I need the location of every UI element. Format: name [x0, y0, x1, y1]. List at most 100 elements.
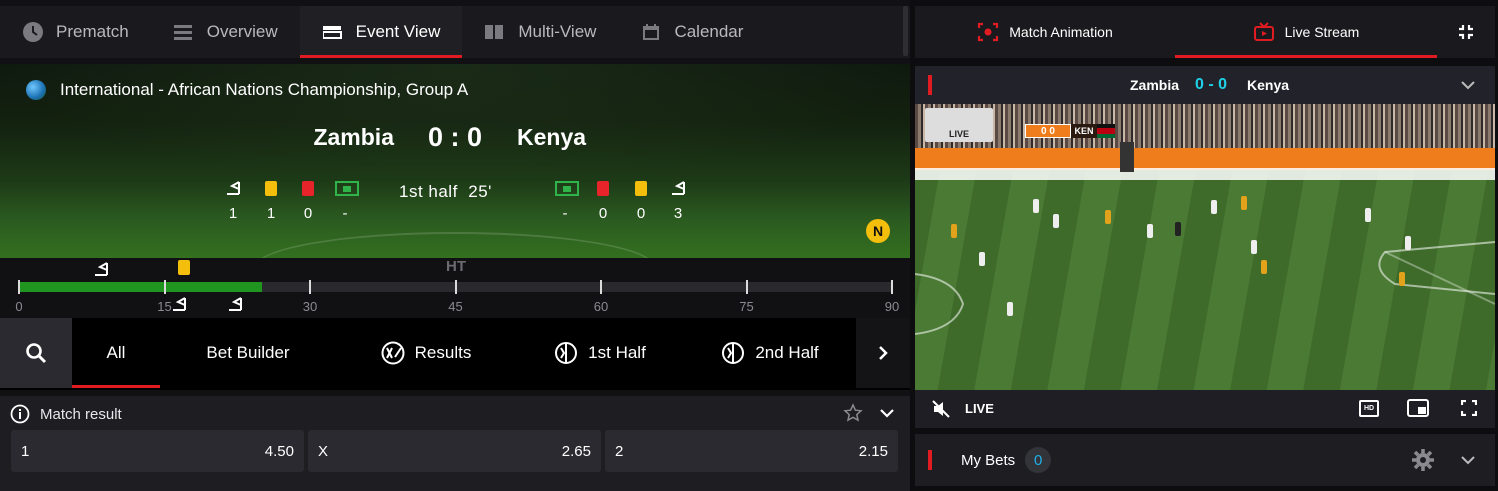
minimize-icon [1459, 25, 1473, 39]
stat-value: - [562, 205, 568, 222]
chevron-down-icon[interactable] [1460, 454, 1476, 466]
list-icon [173, 21, 195, 43]
tab-1st-half[interactable]: 1st Half [516, 318, 684, 388]
tab-label: Calendar [674, 22, 744, 41]
my-bets-bar[interactable]: My Bets 0 [915, 434, 1495, 486]
gear-icon[interactable] [1411, 448, 1435, 472]
player [1241, 196, 1247, 210]
chevron-right-icon [879, 346, 888, 360]
collapse-media-button[interactable] [1437, 6, 1495, 58]
tab-overview[interactable]: Overview [151, 6, 300, 58]
player [1053, 214, 1059, 228]
odds-button-draw[interactable]: X 2.65 [308, 430, 601, 472]
goal-kick-icon [335, 181, 359, 196]
picture-in-picture-icon[interactable] [1407, 399, 1429, 417]
match-result-market: Match result 1 4.50 X 2.65 2 2.15 [0, 396, 910, 491]
timeline-tick [745, 280, 748, 294]
timeline-tick [309, 280, 311, 294]
market-search-button[interactable] [0, 318, 72, 388]
app-root: Prematch Overview Event View Multi-View [0, 0, 1498, 491]
tab-label: All [106, 343, 126, 362]
match-minute: 25' [468, 182, 492, 201]
tv-icon [1253, 22, 1274, 41]
my-bets-count: 0 [1025, 447, 1052, 473]
clock-icon [22, 21, 44, 43]
market-tabs: All Bet Builder Results 1st Half 2nd Hal… [0, 318, 910, 390]
match-animation-icon [978, 22, 999, 42]
hd-label: HD [1363, 405, 1375, 412]
player [979, 252, 985, 266]
results-icon [381, 341, 405, 365]
fullscreen-icon[interactable] [1461, 400, 1477, 416]
tab-prematch[interactable]: Prematch [0, 6, 151, 58]
competition-name: International - African Nations Champion… [60, 80, 469, 99]
away-goal-kicks: - [555, 181, 579, 222]
tab-label: Multi-View [518, 22, 597, 41]
accent-bar [928, 75, 932, 95]
hd-quality-button[interactable]: HD [1359, 400, 1379, 417]
timeline-tick [163, 280, 166, 294]
info-icon[interactable] [10, 404, 30, 424]
broadcast-mini-team: KEN [1071, 124, 1097, 138]
star-icon[interactable] [843, 403, 863, 423]
home-team: Zambia [313, 124, 394, 150]
odds-value: 2.15 [858, 442, 888, 460]
timeline-tick [454, 280, 457, 294]
goal-kick-icon [555, 181, 579, 196]
timeline-progress [19, 282, 262, 292]
tab-label: Match Animation [1009, 24, 1113, 40]
goalpost-marker [1120, 142, 1134, 172]
stream-home-team: Zambia [1130, 77, 1180, 93]
neutral-venue-badge: N [866, 219, 890, 243]
score: 0 : 0 [428, 122, 483, 152]
tab-multi-view[interactable]: Multi-View [462, 6, 618, 58]
event-view-icon [322, 21, 344, 43]
corner-flag-icon [229, 297, 242, 311]
tab-results[interactable]: Results [336, 318, 516, 388]
scoreboard: International - African Nations Champion… [0, 64, 910, 258]
globe-icon [26, 80, 46, 100]
player [1105, 210, 1111, 224]
market-header[interactable]: Match result [10, 404, 122, 424]
stat-value: 1 [266, 205, 276, 222]
tab-event-view[interactable]: Event View [299, 6, 463, 58]
event-panel: Prematch Overview Event View Multi-View [0, 0, 910, 491]
away-red-cards: 0 [593, 181, 613, 222]
match-timeline: HT 0 15 30 45 60 75 90 [0, 258, 910, 318]
stream-score: 0 - 0 [1195, 76, 1228, 93]
tab-bet-builder[interactable]: Bet Builder [160, 318, 336, 388]
player [1261, 260, 1267, 274]
tab-match-animation[interactable]: Match Animation [915, 6, 1175, 58]
multi-view-icon [484, 21, 506, 43]
tab-label: Live Stream [1284, 24, 1360, 40]
overlay-mini-score: 0 0 [1041, 125, 1055, 137]
player [951, 224, 957, 238]
competition-header: International - African Nations Champion… [26, 80, 468, 100]
my-bets-label: My Bets [961, 451, 1016, 469]
scrollbar[interactable] [903, 6, 908, 56]
tab-live-stream[interactable]: Live Stream [1175, 6, 1437, 58]
corner-flag-icon [95, 262, 108, 276]
halftime-label: HT [446, 258, 466, 275]
player [1147, 224, 1153, 238]
tab-all[interactable]: All [72, 318, 160, 388]
chevron-down-icon[interactable] [1460, 79, 1476, 91]
red-card-icon [302, 181, 314, 196]
half-time-icon [722, 342, 745, 364]
chevron-down-icon[interactable] [879, 407, 895, 419]
odds-button-home[interactable]: 1 4.50 [11, 430, 304, 472]
accent-bar [928, 450, 932, 470]
tab-calendar[interactable]: Calendar [618, 6, 765, 58]
home-goal-kicks: - [335, 181, 359, 222]
odds-button-away[interactable]: 2 2.15 [605, 430, 898, 472]
muted-icon[interactable] [931, 399, 951, 419]
odds-value: 4.50 [264, 442, 294, 460]
tab-label: 1st Half [588, 343, 646, 362]
yellow-card-icon [178, 260, 190, 275]
tab-2nd-half[interactable]: 2nd Half [684, 318, 856, 388]
video-frame[interactable]: LIVE 0 0 KEN [915, 104, 1495, 390]
stream-away-team: Kenya [1247, 77, 1290, 93]
tabs-next-button[interactable] [856, 318, 910, 388]
away-team: Kenya [517, 124, 587, 150]
timeline-tick-label: 45 [448, 299, 463, 314]
